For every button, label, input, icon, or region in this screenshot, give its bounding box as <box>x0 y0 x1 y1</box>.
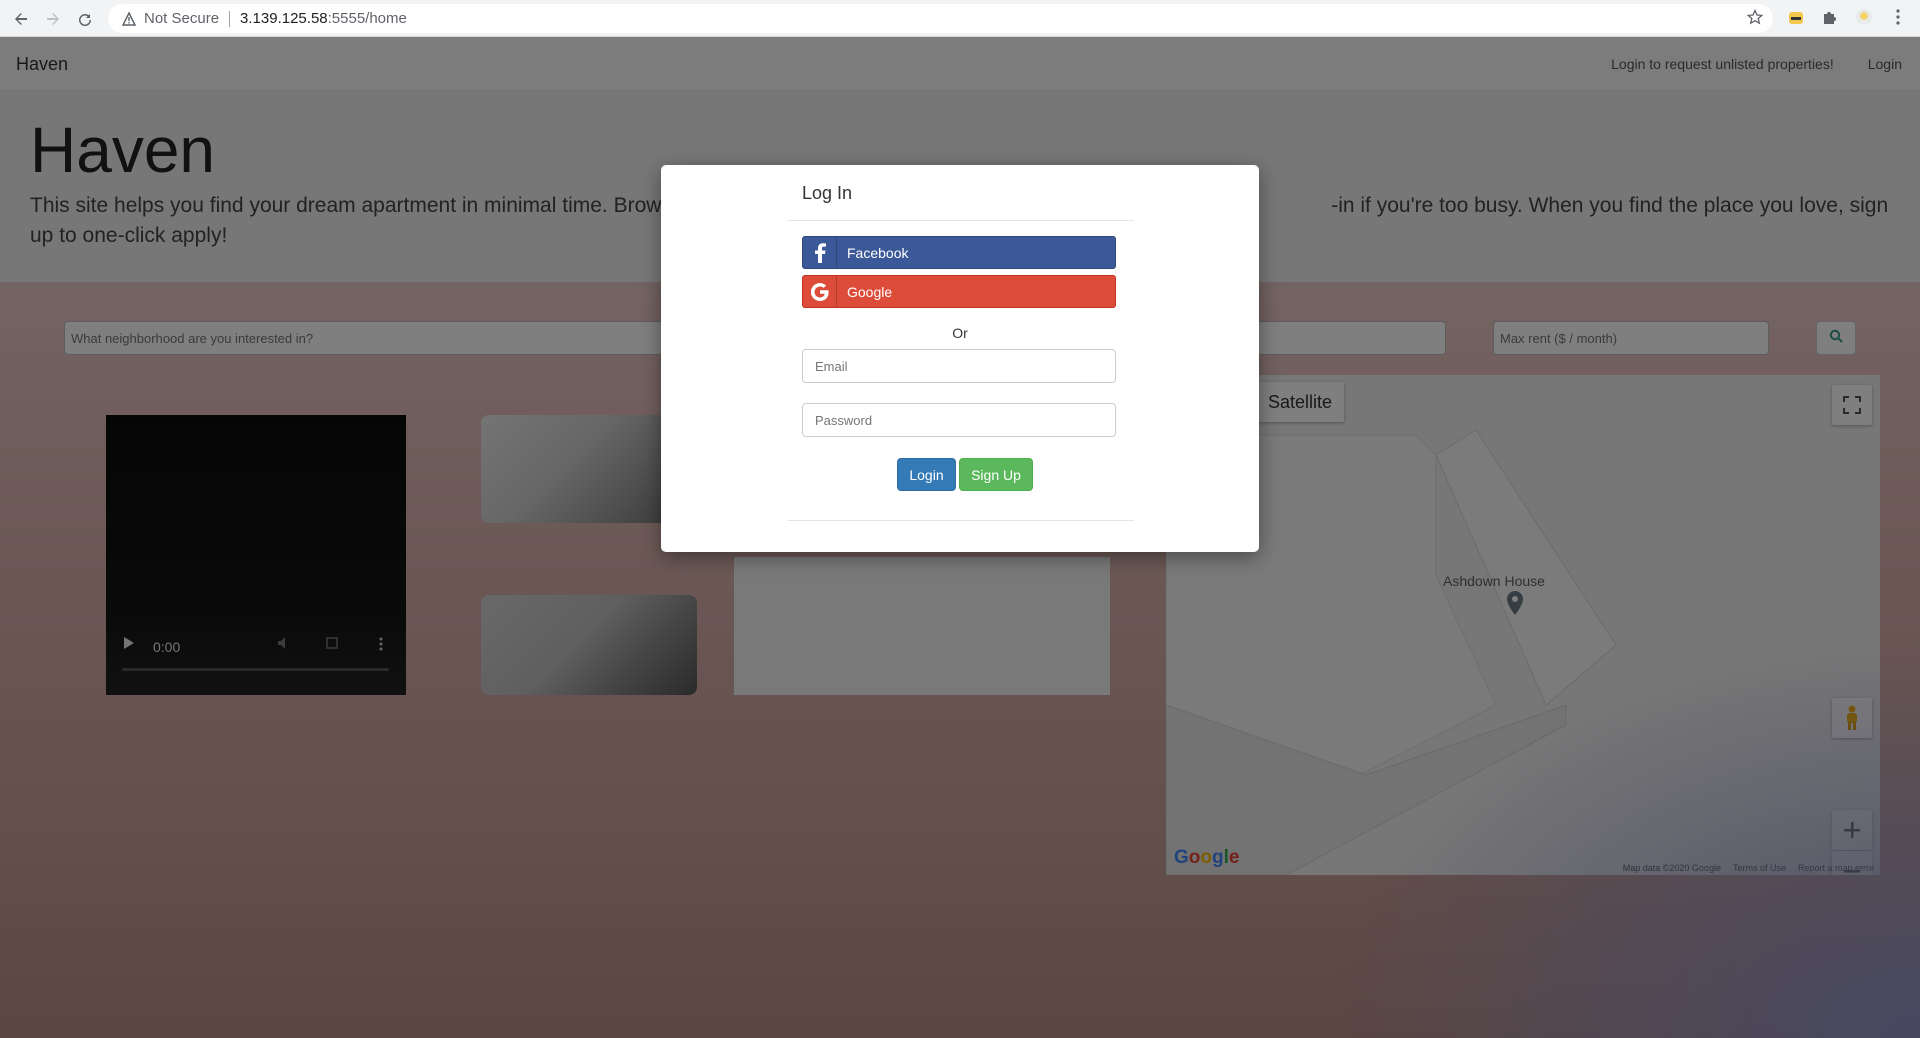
extension-icon[interactable] <box>1786 7 1806 27</box>
forward-arrow-icon[interactable] <box>40 6 66 32</box>
back-arrow-icon[interactable] <box>8 6 34 32</box>
modal-title: Log In <box>802 183 853 203</box>
security-label: Not Secure <box>144 10 220 27</box>
modal-divider <box>788 220 1134 221</box>
warning-icon <box>122 11 136 26</box>
reload-icon[interactable] <box>72 6 98 32</box>
modal-footer-divider <box>788 520 1134 521</box>
address-bar[interactable]: Not Secure 3.139.125.58:5555/home <box>108 4 1773 33</box>
url-path: :5555/home <box>327 10 407 27</box>
puzzle-icon[interactable] <box>1820 7 1840 27</box>
extension-toolbar <box>1786 7 1908 27</box>
login-button[interactable]: Login <box>897 458 956 491</box>
profile-avatar-icon[interactable] <box>1854 7 1874 27</box>
google-icon <box>803 276 837 307</box>
browser-toolbar: Not Secure 3.139.125.58:5555/home <box>0 0 1920 37</box>
facebook-icon <box>803 237 837 268</box>
sign-up-button[interactable]: Sign Up <box>959 458 1033 491</box>
login-modal: Log In Facebook Google Or Login Sign Up <box>661 165 1259 552</box>
password-field[interactable] <box>802 403 1116 437</box>
menu-dots-icon[interactable] <box>1888 7 1908 27</box>
facebook-label: Facebook <box>847 244 909 261</box>
address-separator <box>229 10 231 27</box>
facebook-login-button[interactable]: Facebook <box>802 236 1116 269</box>
google-login-button[interactable]: Google <box>802 275 1116 308</box>
or-divider-text: Or <box>952 325 968 341</box>
email-field[interactable] <box>802 349 1116 383</box>
bookmark-star-icon[interactable] <box>1746 8 1764 29</box>
google-label: Google <box>847 283 893 300</box>
url-host: 3.139.125.58 <box>240 10 328 27</box>
